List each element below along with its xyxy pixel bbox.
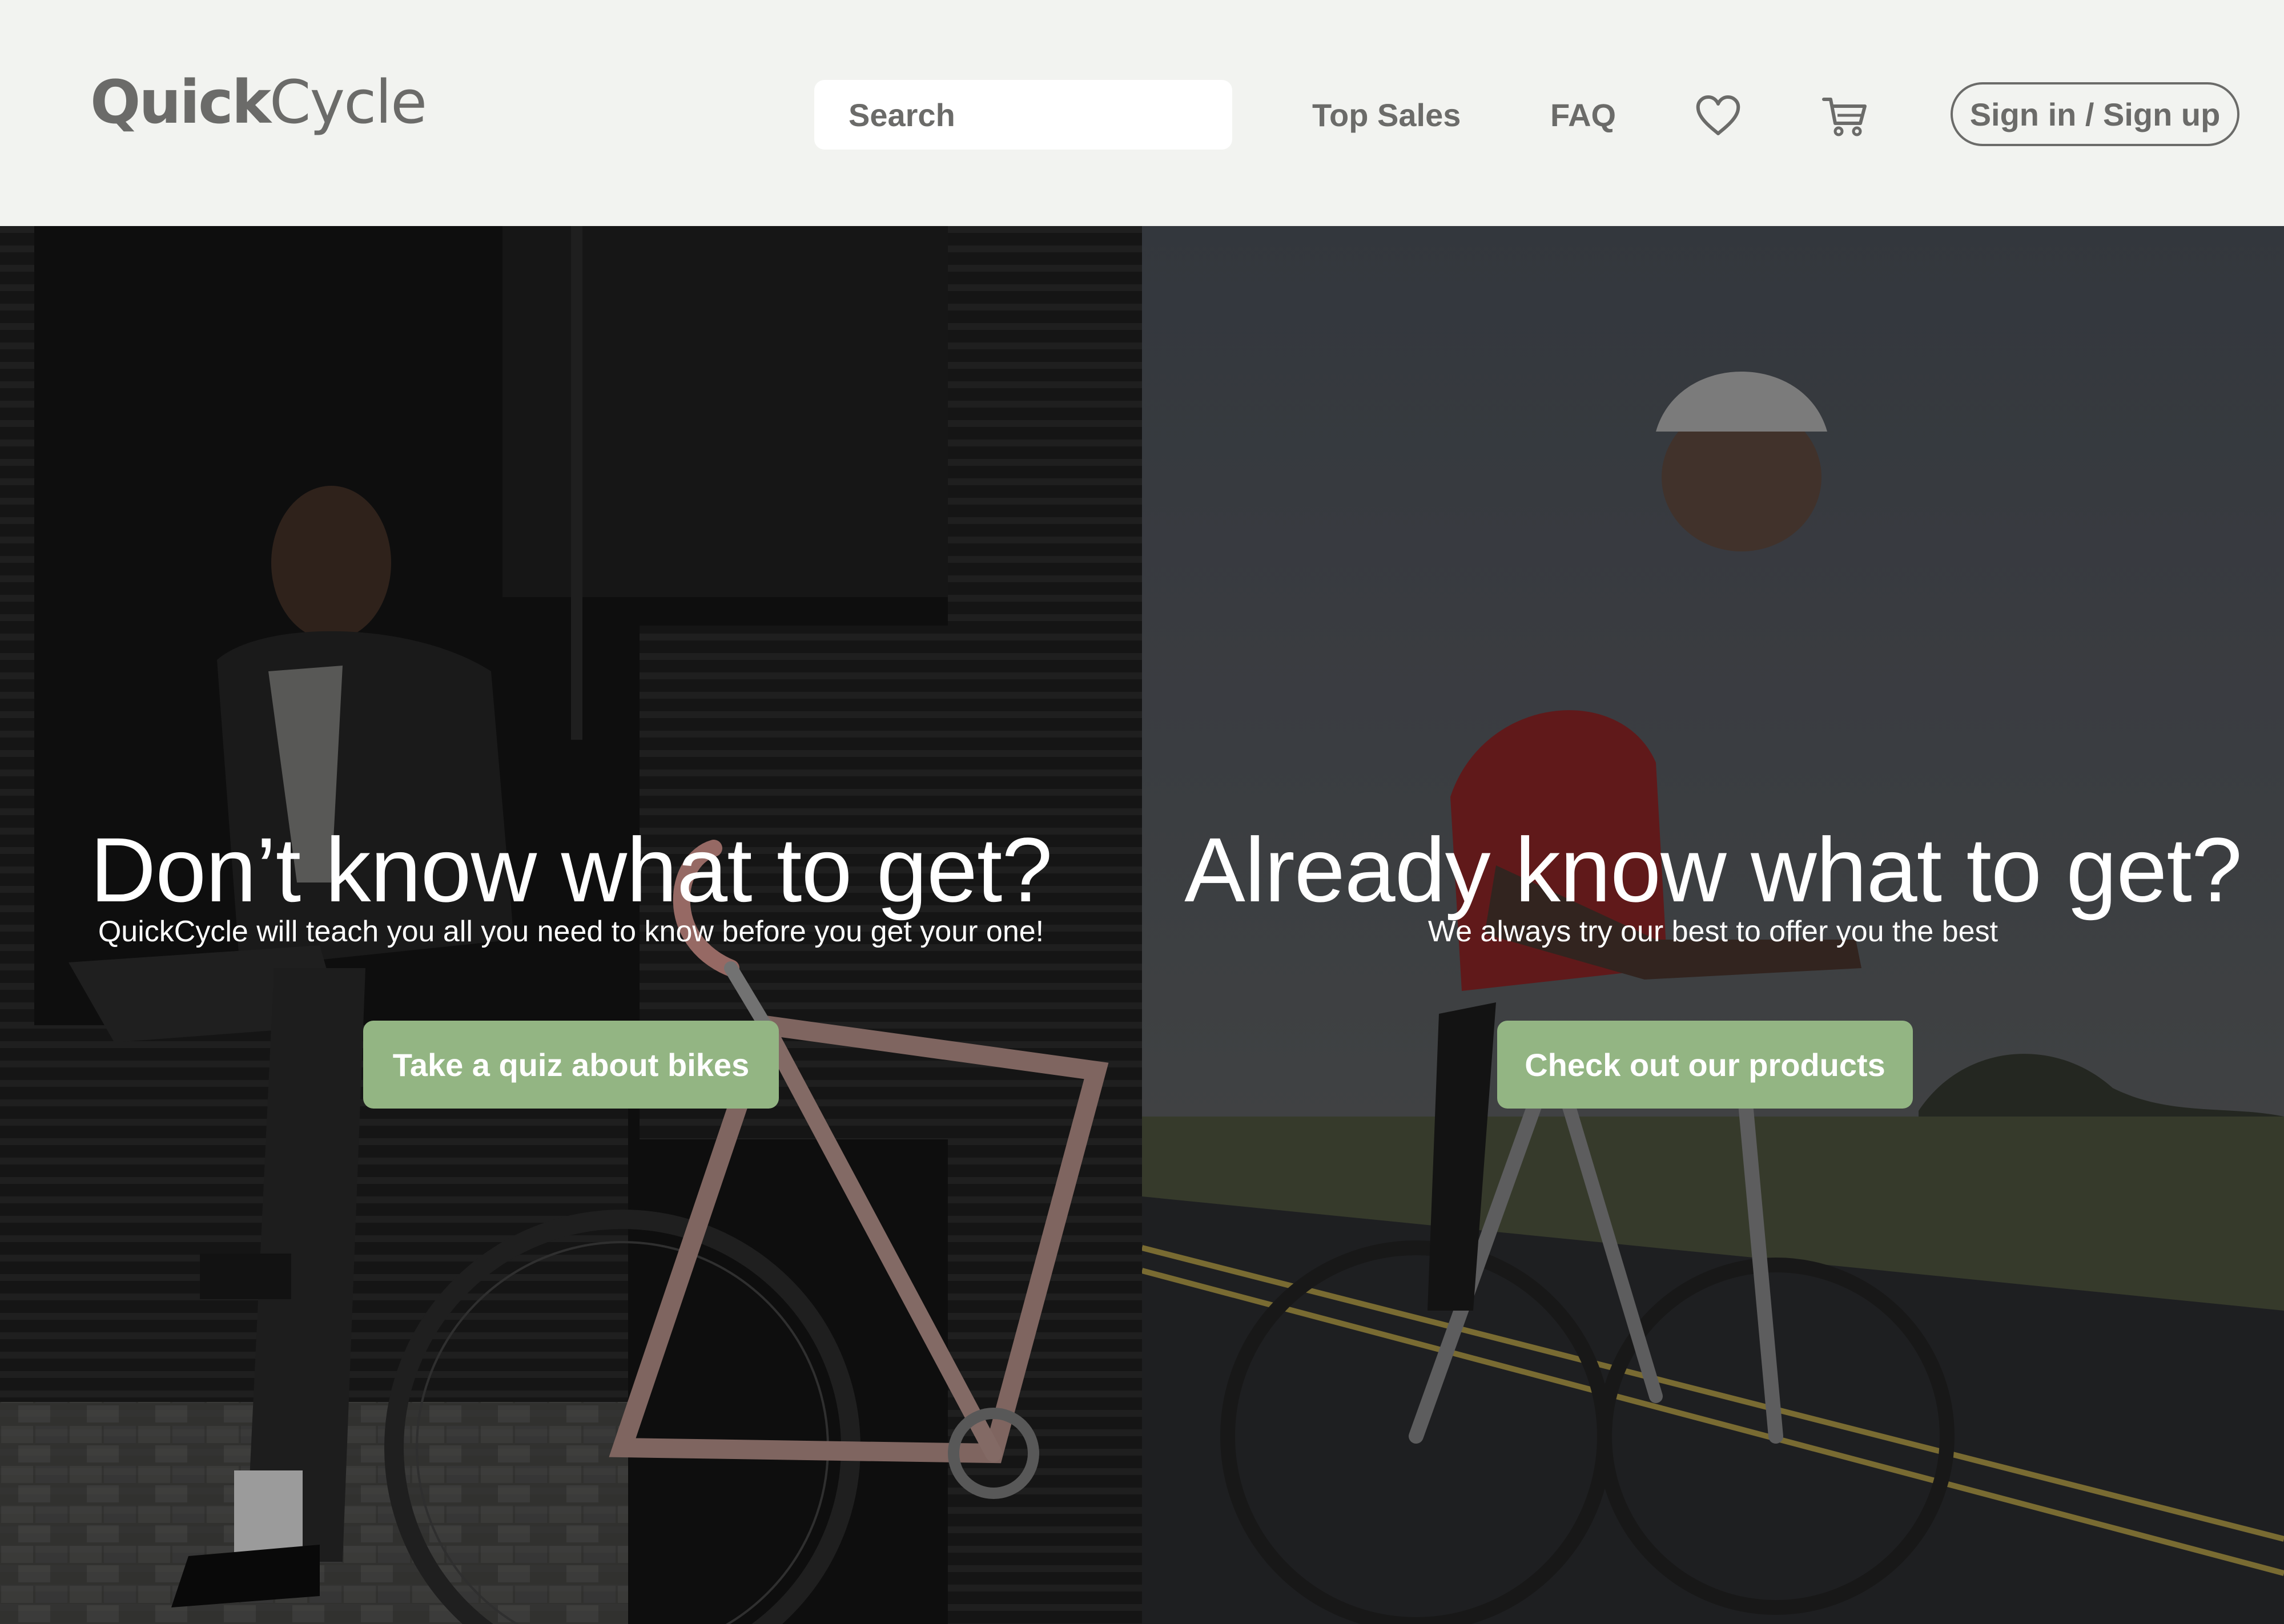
cart-icon: [1822, 98, 1867, 136]
take-quiz-button[interactable]: Take a quiz about bikes: [363, 1021, 779, 1109]
wishlist-button[interactable]: [1692, 90, 1744, 142]
site-header: QuickCycle Top Sales FAQ Sign in / Sign …: [0, 0, 2284, 226]
hero-subtext-left: QuickCycle will teach you all you need t…: [98, 915, 1044, 948]
nav-top-sales[interactable]: Top Sales: [1312, 91, 1461, 139]
hero-panel-quiz: Don’t know what to get? QuickCycle will …: [0, 226, 1142, 1624]
search-input[interactable]: [849, 96, 1276, 134]
logo-light-text: Cycle: [269, 67, 427, 137]
hero-subtext-right: We always try our best to offer you the …: [1427, 915, 1998, 948]
logo-bold-text: Quick: [90, 67, 271, 137]
hero-heading-left: Don’t know what to get?: [90, 819, 1053, 921]
search-bar: [814, 80, 1276, 150]
heart-icon: [1696, 95, 1740, 135]
cart-button[interactable]: [1819, 90, 1871, 142]
check-products-button[interactable]: Check out our products: [1497, 1021, 1913, 1109]
site-logo[interactable]: Quick Cycle: [90, 67, 427, 159]
hero-panel-products: Already know what to get? We always try …: [1142, 226, 2284, 1624]
sign-in-button[interactable]: Sign in / Sign up: [1951, 82, 2239, 146]
hero-heading-right: Already know what to get?: [1184, 819, 2242, 921]
nav-faq[interactable]: FAQ: [1550, 91, 1616, 139]
